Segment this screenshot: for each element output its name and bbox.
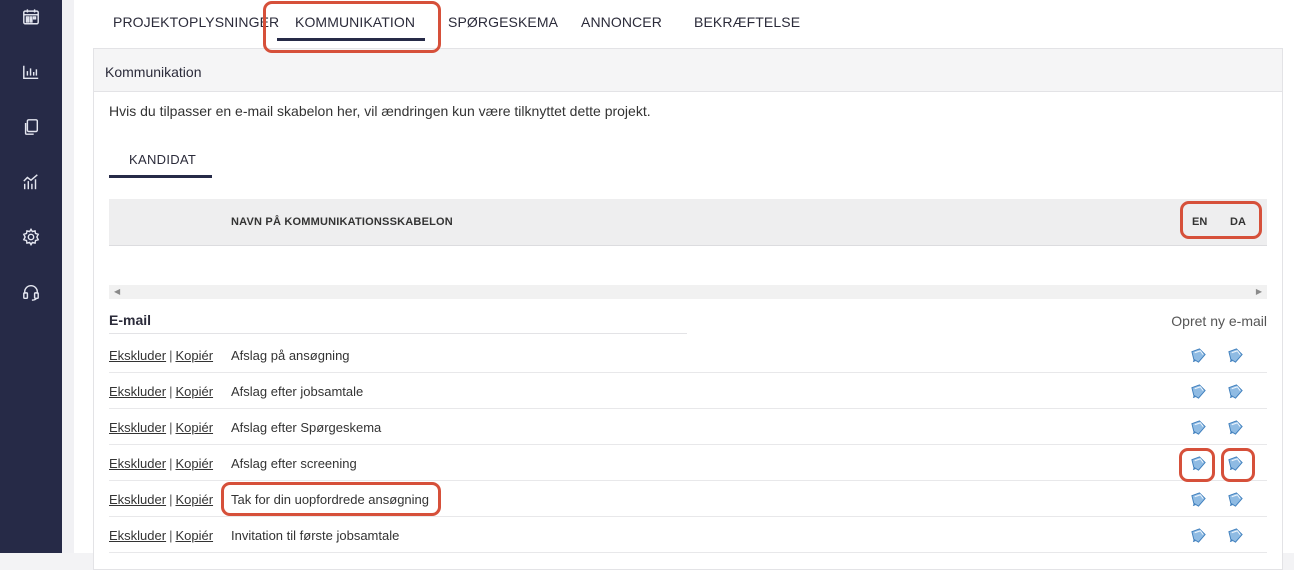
copy-link[interactable]: Kopiér: [175, 492, 213, 507]
separator: |: [169, 528, 173, 543]
bar-chart-icon[interactable]: [21, 62, 41, 82]
column-header-da[interactable]: DA: [1230, 216, 1246, 228]
row-actions: Ekskluder | Kopiér: [109, 492, 213, 507]
subtab-kandidat[interactable]: KANDIDAT: [129, 152, 196, 167]
sidebar: [0, 0, 62, 553]
active-tab-indicator: [277, 38, 425, 41]
edit-da-icon[interactable]: [1227, 419, 1244, 436]
gear-icon[interactable]: [21, 227, 41, 247]
calendar-icon[interactable]: [21, 7, 41, 27]
column-header-name: NAVN PÅ KOMMUNIKATIONSSKABELON: [231, 216, 453, 228]
row-actions: Ekskluder | Kopiér: [109, 348, 213, 363]
table-row: Ekskluder | Kopiér Invitation til første jo…: [109, 516, 1267, 553]
tab-spoergeskema[interactable]: SPØRGESKEMA: [448, 14, 558, 30]
template-name: Invitation til første jobsamtale: [231, 528, 400, 543]
table-row: Ekskluder | Kopiér Afslag efter Spørgeskema: [109, 408, 1267, 445]
edit-en-icon[interactable]: [1190, 527, 1207, 544]
edit-en-icon[interactable]: [1190, 455, 1207, 472]
info-text: Hvis du tilpasser en e-mail skabelon her…: [109, 103, 651, 119]
copy-icon[interactable]: [21, 117, 41, 137]
separator: |: [169, 456, 173, 471]
copy-link[interactable]: Kopiér: [175, 348, 213, 363]
row-actions: Ekskluder | Kopiér: [109, 420, 213, 435]
separator: |: [169, 492, 173, 507]
tab-bekraeftelse[interactable]: BEKRÆFTELSE: [694, 14, 800, 30]
table-row: Ekskluder | Kopiér Afslag efter screening: [109, 444, 1267, 481]
headset-icon[interactable]: [21, 282, 41, 302]
template-name: Afslag efter screening: [231, 456, 357, 471]
table-row: Ekskluder | Kopiér Tak for din uopfordrede …: [109, 480, 1267, 517]
tab-kommunikation[interactable]: KOMMUNIKATION: [295, 14, 415, 30]
copy-link[interactable]: Kopiér: [175, 420, 213, 435]
edit-en-icon[interactable]: [1190, 347, 1207, 364]
scroll-left-icon[interactable]: ◀: [114, 287, 120, 296]
row-actions: Ekskluder | Kopiér: [109, 384, 213, 399]
copy-link[interactable]: Kopiér: [175, 384, 213, 399]
subtab-indicator: [109, 175, 212, 178]
edit-da-icon[interactable]: [1227, 347, 1244, 364]
edit-da-icon[interactable]: [1227, 455, 1244, 472]
copy-link[interactable]: Kopiér: [175, 456, 213, 471]
column-header-en[interactable]: EN: [1192, 216, 1207, 228]
edit-da-icon[interactable]: [1227, 383, 1244, 400]
exclude-link[interactable]: Ekskluder: [109, 348, 166, 363]
section-divider: [109, 333, 687, 334]
exclude-link[interactable]: Ekskluder: [109, 456, 166, 471]
exclude-link[interactable]: Ekskluder: [109, 384, 166, 399]
row-actions: Ekskluder | Kopiér: [109, 528, 213, 543]
table-header: NAVN PÅ KOMMUNIKATIONSSKABELON EN DA: [109, 199, 1267, 246]
scroll-right-icon[interactable]: ▶: [1256, 287, 1262, 296]
template-name: Afslag efter Spørgeskema: [231, 420, 382, 435]
exclude-link[interactable]: Ekskluder: [109, 420, 166, 435]
communication-panel: Kommunikation Hvis du tilpasser en e-mai…: [93, 48, 1283, 570]
panel-title: Kommunikation: [105, 64, 202, 80]
panel-header: Kommunikation: [94, 49, 1282, 92]
edit-da-icon[interactable]: [1227, 527, 1244, 544]
edit-en-icon[interactable]: [1190, 419, 1207, 436]
tab-projektoplysninger[interactable]: PROJEKTOPLYSNINGER: [113, 14, 279, 30]
tab-annoncer[interactable]: ANNONCER: [581, 14, 662, 30]
template-name: Tak for din uopfordrede ansøgning: [231, 492, 430, 507]
analytics-icon[interactable]: [21, 172, 41, 192]
exclude-link[interactable]: Ekskluder: [109, 492, 166, 507]
section-label-email: E-mail: [109, 312, 152, 328]
separator: |: [169, 420, 173, 435]
separator: |: [169, 384, 173, 399]
table-row: Ekskluder | Kopiér Afslag på ansøgning: [109, 336, 1267, 373]
copy-link[interactable]: Kopiér: [175, 528, 213, 543]
exclude-link[interactable]: Ekskluder: [109, 528, 166, 543]
table-row: Ekskluder | Kopiér Afslag efter jobsamtale: [109, 372, 1267, 409]
gutter: [62, 0, 74, 553]
template-name: Afslag efter jobsamtale: [231, 384, 364, 399]
row-actions: Ekskluder | Kopiér: [109, 456, 213, 471]
edit-en-icon[interactable]: [1190, 491, 1207, 508]
horizontal-scrollbar[interactable]: ◀ ▶: [109, 285, 1267, 299]
edit-da-icon[interactable]: [1227, 491, 1244, 508]
template-name: Afslag på ansøgning: [231, 348, 350, 363]
edit-en-icon[interactable]: [1190, 383, 1207, 400]
separator: |: [169, 348, 173, 363]
create-email-link[interactable]: Opret ny e-mail: [1171, 313, 1267, 329]
